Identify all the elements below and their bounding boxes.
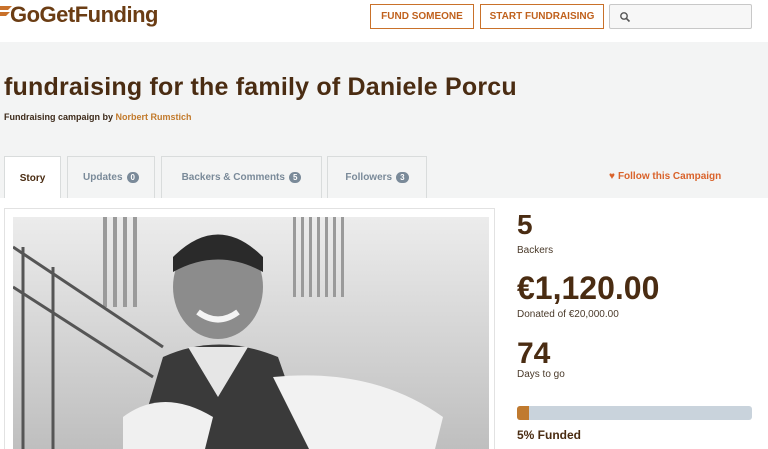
amount-raised: €1,120.00 (517, 270, 660, 306)
days-to-go-count: 74 (517, 337, 551, 370)
progress-fill (517, 406, 529, 420)
tab-followers[interactable]: Followers 3 (327, 156, 427, 198)
heart-icon: ♥ (609, 171, 615, 182)
follow-label: Follow this Campaign (617, 171, 722, 182)
tab-updates[interactable]: Updates 0 (67, 156, 155, 198)
campaign-photo (13, 217, 489, 449)
search-input[interactable] (609, 4, 752, 29)
funding-progress-bar (517, 406, 752, 420)
logo-text: GoGetFunding (10, 2, 158, 27)
start-fundraising-button[interactable]: START FUNDRAISING (480, 4, 604, 29)
portrait-image (13, 217, 489, 449)
backers-count: 5 (517, 209, 533, 240)
campaign-photo-frame (4, 208, 495, 449)
author-link[interactable]: Norbert Rumstich (116, 112, 192, 122)
tab-story[interactable]: Story (4, 156, 61, 199)
tab-label: Story (19, 172, 46, 184)
backers-label: Backers (517, 245, 554, 256)
tab-label: Followers (345, 172, 393, 183)
campaign-title: fundraising for the family of Daniele Po… (4, 73, 517, 101)
site-header: GoGetFunding FUND SOMEONE START FUNDRAIS… (0, 0, 768, 42)
tab-label: Backers & Comments (181, 172, 285, 183)
follow-campaign-link[interactable]: ♥ Follow this Campaign (609, 171, 721, 182)
days-to-go-label: Days to go (517, 369, 565, 380)
funded-label: 5% Funded (517, 428, 582, 442)
tab-label: Updates (83, 172, 123, 183)
count-badge: 0 (126, 172, 139, 183)
tab-backers-comments[interactable]: Backers & Comments 5 (161, 156, 322, 198)
search-icon (620, 12, 631, 23)
count-badge: 5 (288, 172, 302, 183)
byline-prefix: Fundraising campaign by (4, 112, 114, 122)
goal-label: Donated of €20,000.00 (517, 309, 619, 320)
fund-someone-button[interactable]: FUND SOMEONE (370, 4, 474, 29)
count-badge: 3 (396, 172, 409, 183)
campaign-byline: Fundraising campaign by Norbert Rumstich (4, 112, 192, 122)
